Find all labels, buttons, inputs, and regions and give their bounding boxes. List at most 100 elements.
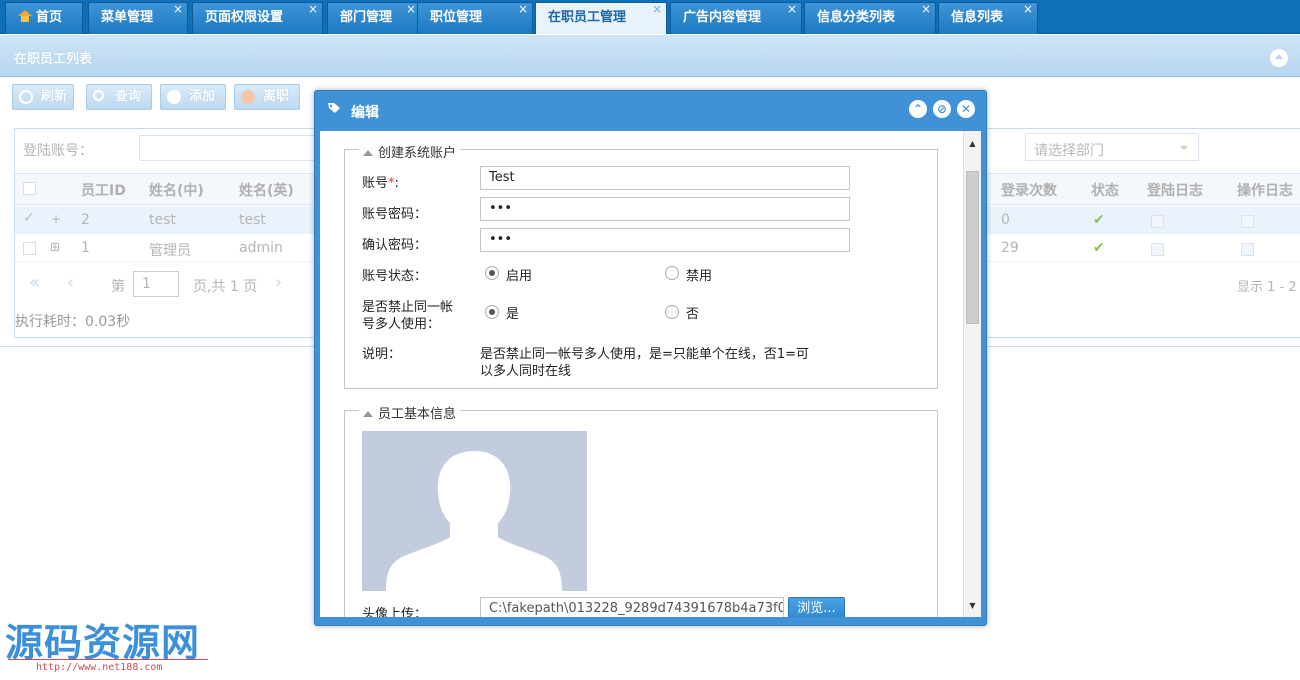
search-button[interactable]: 查询	[86, 84, 152, 110]
row-checkbox[interactable]	[23, 242, 36, 255]
tab-info-category-list[interactable]: 信息分类列表 ×	[804, 2, 936, 34]
dialog-scrollbar[interactable]: ▲ ▼	[963, 131, 981, 617]
tab-label: 在职员工管理	[548, 10, 627, 25]
tab-active-employee-management[interactable]: 在职员工管理 ×	[535, 2, 667, 34]
tab-page-permissions[interactable]: 页面权限设置 ×	[192, 2, 323, 34]
watermark-divider	[8, 659, 208, 660]
department-select[interactable]: 请选择部门	[1025, 133, 1199, 161]
password-input[interactable]: •••	[480, 197, 850, 221]
add-label: 添加	[189, 89, 216, 104]
close-dialog-icon[interactable]: ✕	[957, 100, 975, 118]
tab-menu-management[interactable]: 菜单管理 ×	[88, 2, 188, 34]
home-icon	[18, 10, 32, 22]
close-icon[interactable]: ×	[173, 0, 183, 24]
multi-login-yes-label[interactable]: 是	[506, 303, 519, 322]
tab-home[interactable]: 首页	[5, 2, 83, 34]
close-icon[interactable]: ×	[406, 0, 416, 24]
first-page-icon[interactable]: «	[29, 272, 40, 293]
login-account-input[interactable]	[139, 135, 319, 161]
browse-button[interactable]: 浏览...	[788, 597, 845, 617]
page-number-value: 1	[142, 276, 151, 292]
avatar-path-input[interactable]: C:\fakepath\013228_9289d74391678b4a73f0	[480, 597, 784, 617]
confirm-password-input[interactable]: •••	[480, 228, 850, 252]
col-name-en[interactable]: 姓名(英)	[239, 180, 294, 200]
status-disable-radio[interactable]	[665, 266, 679, 280]
tab-position-management[interactable]: 职位管理 ×	[417, 2, 533, 34]
page-number-input[interactable]: 1	[133, 271, 179, 297]
section-legend[interactable]: 员工基本信息	[359, 403, 461, 422]
row-name-cn: test	[149, 212, 176, 228]
password-label: 账号密码：	[362, 207, 428, 222]
section-legend-text: 员工基本信息	[378, 407, 457, 422]
scroll-thumb[interactable]	[966, 171, 979, 324]
login-log-icon[interactable]	[1151, 243, 1164, 256]
close-icon[interactable]: ×	[518, 0, 528, 24]
confirm-password-label: 确认密码：	[362, 238, 428, 253]
tab-bar: 首页 菜单管理 × 页面权限设置 × 部门管理 × 职位管理 × 在职员工管理 × 广告内…	[0, 0, 1300, 34]
account-status-label: 账号状态：	[362, 269, 428, 284]
avatar-upload-label: 头像上传：	[362, 607, 428, 617]
department-select-placeholder: 请选择部门	[1034, 143, 1104, 159]
refresh-button[interactable]: 刷新	[12, 84, 74, 110]
page-total-label: 页,共 1 页	[193, 279, 258, 295]
operation-log-icon[interactable]	[1241, 215, 1254, 228]
select-all-checkbox[interactable]	[23, 182, 36, 195]
multi-login-no-radio[interactable]	[665, 305, 679, 319]
collapse-icon[interactable]	[1270, 49, 1288, 67]
add-button[interactable]: 添加	[160, 84, 226, 110]
row-name-en: admin	[239, 240, 283, 256]
status-active-icon: ✔	[1093, 240, 1105, 256]
tab-label: 职位管理	[430, 10, 483, 25]
collapse-dialog-icon[interactable]: ⌃	[909, 100, 927, 118]
tab-ad-content-management[interactable]: 广告内容管理 ×	[670, 2, 802, 34]
tab-label: 首页	[36, 10, 63, 25]
tab-info-list[interactable]: 信息列表 ×	[938, 2, 1038, 34]
account-label-colon: :	[394, 176, 399, 191]
edit-dialog: 编辑 ⌃ ⊘ ✕ 创建系统账户 账号*: Test 账号密码： ••• 确认密码…	[314, 90, 987, 626]
col-operation-log[interactable]: 操作日志	[1237, 180, 1293, 200]
close-icon[interactable]: ×	[787, 0, 797, 24]
description-text-2: 以多人同时在线	[480, 364, 572, 379]
password-value: •••	[489, 201, 513, 216]
row-expand-icon[interactable]: +	[51, 212, 61, 226]
status-disable-label[interactable]: 禁用	[686, 265, 712, 284]
row-check-icon[interactable]: ✓	[23, 210, 35, 226]
browse-label: 浏览...	[797, 601, 836, 616]
multi-login-yes-radio[interactable]	[485, 305, 499, 319]
close-icon[interactable]: ×	[921, 0, 931, 24]
resign-button[interactable]: 离职	[234, 84, 300, 110]
close-icon[interactable]: ×	[1023, 0, 1033, 24]
login-log-icon[interactable]	[1151, 215, 1164, 228]
multi-login-no-label[interactable]: 否	[686, 303, 699, 322]
tab-department-management[interactable]: 部门管理 ×	[327, 2, 421, 34]
row-expand-icon[interactable]: ⊞	[50, 240, 60, 254]
scroll-up-icon[interactable]: ▲	[964, 135, 981, 152]
add-icon	[167, 90, 181, 104]
next-page-icon[interactable]: ›	[275, 272, 282, 293]
panel-title: 在职员工列表	[14, 52, 93, 67]
user-icon	[241, 90, 255, 104]
tab-label: 部门管理	[340, 10, 393, 25]
section-legend[interactable]: 创建系统账户	[359, 142, 461, 161]
maximize-icon[interactable]: ⊘	[933, 100, 951, 118]
col-name-cn[interactable]: 姓名(中)	[149, 180, 204, 200]
status-enable-label[interactable]: 启用	[506, 265, 532, 284]
col-login-count[interactable]: 登录次数	[1001, 180, 1057, 200]
col-status[interactable]: 状态	[1091, 180, 1119, 200]
scroll-down-icon[interactable]: ▼	[964, 597, 981, 614]
account-label: 账号*:	[362, 172, 399, 191]
panel-header: 在职员工列表	[0, 35, 1300, 77]
close-icon[interactable]: ×	[308, 0, 318, 24]
account-input[interactable]: Test	[480, 166, 850, 190]
page-label: 第	[111, 279, 125, 295]
operation-log-icon[interactable]	[1241, 243, 1254, 256]
resign-label: 离职	[263, 89, 290, 104]
close-icon[interactable]: ×	[652, 0, 662, 24]
prev-page-icon[interactable]: ‹	[67, 272, 74, 293]
status-enable-radio[interactable]	[485, 266, 499, 280]
watermark-url: http://www.net188.com	[36, 662, 163, 673]
display-range: 显示 1 - 2	[1237, 280, 1297, 295]
col-employee-id[interactable]: 员工ID	[81, 180, 126, 200]
col-login-log[interactable]: 登陆日志	[1147, 180, 1203, 200]
chevron-down-icon	[1180, 146, 1188, 150]
